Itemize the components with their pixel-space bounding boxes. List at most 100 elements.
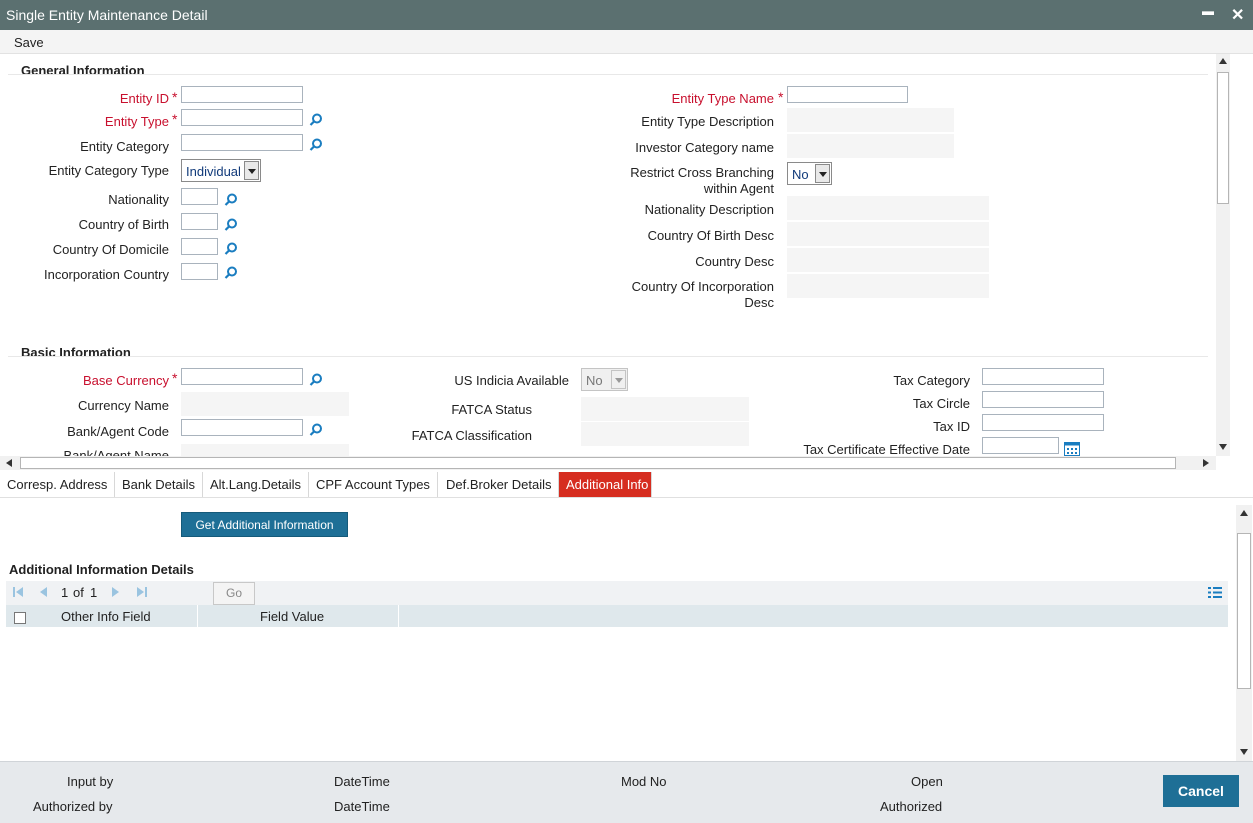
country-of-domicile-label: Country Of Domicile	[52, 242, 169, 257]
section-divider	[8, 356, 1208, 357]
country-of-domicile-input[interactable]	[181, 238, 218, 255]
restrict-cross-branching-value: No	[792, 167, 809, 182]
bank-agent-name-label: Bank/Agent Name	[63, 448, 169, 456]
detail-form-panel: General Information Entity ID * Entity T…	[0, 54, 1216, 456]
nationality-input[interactable]	[181, 188, 218, 205]
tax-category-input[interactable]	[982, 368, 1104, 385]
scroll-down-icon[interactable]	[1240, 749, 1248, 755]
calendar-icon[interactable]	[1064, 441, 1080, 456]
scroll-up-icon[interactable]	[1219, 58, 1227, 64]
entity-id-input[interactable]	[181, 86, 303, 103]
entity-type-input[interactable]	[181, 109, 303, 126]
scroll-down-icon[interactable]	[1219, 444, 1227, 450]
last-page-icon[interactable]	[136, 586, 148, 598]
form-horizontal-scrollbar[interactable]	[0, 456, 1216, 470]
panel-vertical-scrollbar[interactable]	[1236, 505, 1252, 761]
column-divider	[398, 605, 399, 627]
basic-information-title: Basic Information	[21, 345, 131, 360]
save-menu-item[interactable]: Save	[14, 35, 44, 50]
entity-category-label: Entity Category	[80, 139, 169, 154]
tab-corresp-address[interactable]: Corresp. Address	[0, 472, 116, 497]
country-of-birth-desc-label: Country Of Birth Desc	[647, 228, 774, 243]
page-total: 1	[90, 585, 98, 600]
scrollbar-thumb[interactable]	[1217, 72, 1229, 204]
tab-alt-lang-details[interactable]: Alt.Lang.Details	[203, 472, 310, 497]
tab-cpf-account-types[interactable]: CPF Account Types	[309, 472, 438, 497]
currency-name-field	[181, 392, 349, 416]
tab-def-broker-details[interactable]: Def.Broker Details	[439, 472, 560, 497]
prev-page-icon[interactable]	[37, 586, 49, 598]
search-icon[interactable]	[309, 113, 323, 127]
column-header-other-info-field[interactable]: Other Info Field	[61, 609, 151, 624]
scrollbar-thumb[interactable]	[20, 457, 1176, 469]
window-titlebar: Single Entity Maintenance Detail ▬ ✕	[0, 0, 1253, 30]
tax-id-input[interactable]	[982, 414, 1104, 431]
search-icon[interactable]	[224, 266, 238, 280]
base-currency-input[interactable]	[181, 368, 303, 385]
nationality-description-field	[787, 196, 989, 220]
authorized-by-label: Authorized by	[33, 799, 113, 814]
get-additional-information-button[interactable]: Get Additional Information	[181, 512, 348, 537]
search-icon[interactable]	[224, 242, 238, 256]
bank-agent-code-label: Bank/Agent Code	[67, 424, 169, 439]
entity-category-type-label: Entity Category Type	[48, 163, 169, 178]
restrict-cross-branching-select[interactable]: No	[787, 162, 832, 185]
select-all-checkbox[interactable]	[14, 612, 26, 624]
scrollbar-thumb[interactable]	[1237, 533, 1251, 689]
minimize-icon[interactable]: ▬	[1202, 4, 1214, 18]
search-icon[interactable]	[309, 138, 323, 152]
next-page-icon[interactable]	[110, 586, 122, 598]
tab-additional-info[interactable]: Additional Info	[559, 472, 652, 497]
entity-category-type-select[interactable]: Individual	[181, 159, 261, 182]
form-vertical-scrollbar[interactable]	[1216, 54, 1230, 456]
input-datetime-label: DateTime	[334, 774, 390, 789]
column-list-icon[interactable]	[1208, 586, 1222, 599]
entity-type-name-input[interactable]	[787, 86, 908, 103]
tax-certificate-effective-date-input[interactable]	[982, 437, 1059, 454]
bank-agent-name-field	[181, 444, 349, 456]
country-of-incorporation-desc-field	[787, 274, 989, 298]
search-icon[interactable]	[309, 373, 323, 387]
tax-circle-label: Tax Circle	[912, 396, 970, 411]
us-indicia-available-label: US Indicia Available	[454, 373, 569, 388]
go-button[interactable]: Go	[213, 582, 255, 605]
first-page-icon[interactable]	[12, 586, 24, 598]
chevron-down-icon	[244, 161, 259, 180]
required-marker: *	[172, 111, 178, 127]
cancel-button[interactable]: Cancel	[1163, 775, 1239, 807]
entity-type-description-field	[787, 108, 954, 132]
chevron-down-icon	[815, 164, 830, 183]
page-of: of	[73, 585, 84, 600]
nationality-description-label: Nationality Description	[644, 202, 774, 217]
required-marker: *	[172, 370, 178, 386]
additional-information-details-title: Additional Information Details	[9, 562, 194, 577]
entity-id-label: Entity ID	[119, 91, 169, 106]
tax-certificate-effective-date-label: Tax Certificate Effective Date	[803, 442, 970, 456]
column-divider	[197, 605, 198, 627]
incorporation-country-input[interactable]	[181, 263, 218, 280]
us-indicia-available-select[interactable]: No	[581, 368, 628, 391]
tax-circle-input[interactable]	[982, 391, 1104, 408]
currency-name-label: Currency Name	[77, 398, 169, 413]
search-icon[interactable]	[224, 193, 238, 207]
scroll-right-icon[interactable]	[1203, 459, 1209, 467]
entity-type-description-label: Entity Type Description	[641, 114, 774, 129]
restrict-cross-branching-label: Restrict Cross Branching within Agent	[630, 165, 774, 196]
nationality-label: Nationality	[108, 192, 169, 207]
country-of-birth-desc-field	[787, 222, 989, 246]
close-icon[interactable]: ✕	[1231, 5, 1244, 25]
column-header-field-value[interactable]: Field Value	[260, 609, 324, 624]
tab-bank-details[interactable]: Bank Details	[115, 472, 203, 497]
entity-category-input[interactable]	[181, 134, 303, 151]
search-icon[interactable]	[224, 218, 238, 232]
scroll-up-icon[interactable]	[1240, 510, 1248, 516]
scroll-left-icon[interactable]	[6, 459, 12, 467]
authorized-datetime-label: DateTime	[334, 799, 390, 814]
country-of-birth-input[interactable]	[181, 213, 218, 230]
window-title: Single Entity Maintenance Detail	[6, 7, 208, 23]
mod-no-label: Mod No	[621, 774, 667, 789]
audit-footer	[0, 761, 1253, 823]
page-current: 1	[61, 585, 69, 600]
bank-agent-code-input[interactable]	[181, 419, 303, 436]
search-icon[interactable]	[309, 423, 323, 437]
